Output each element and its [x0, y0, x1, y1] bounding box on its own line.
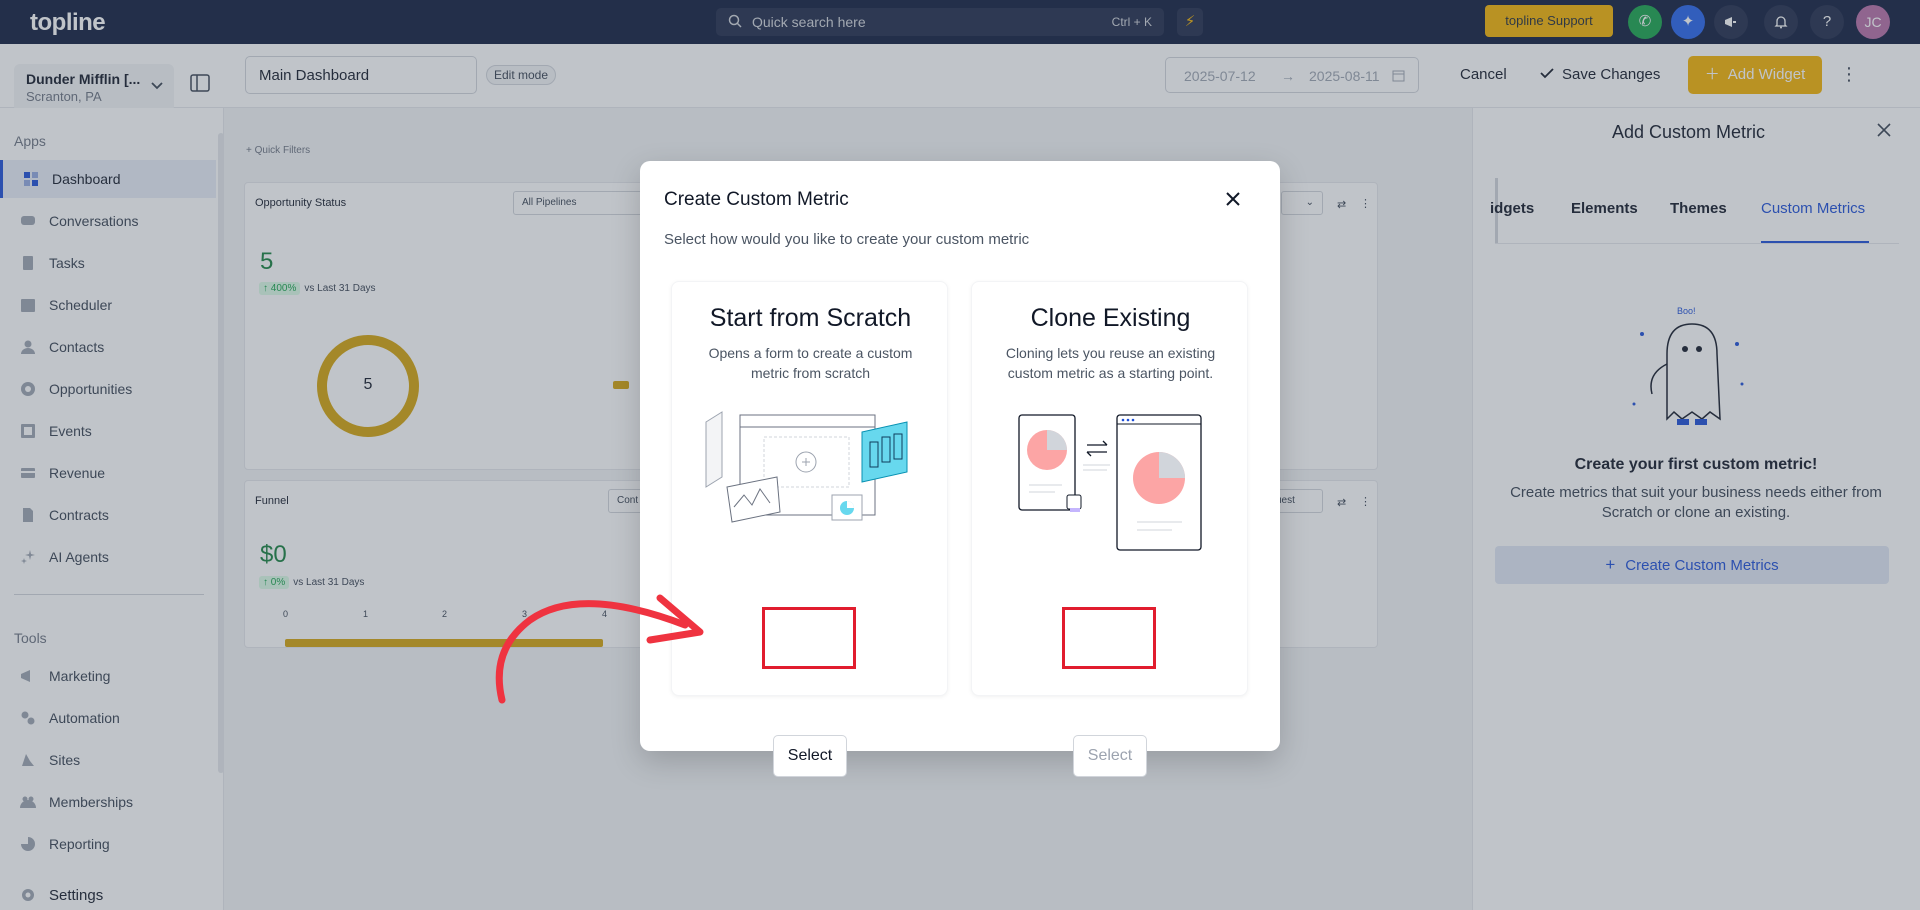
select-scratch-button[interactable]: Select — [773, 735, 847, 777]
highlight-box — [762, 607, 856, 669]
select-clone-button[interactable]: Select — [1073, 735, 1147, 777]
close-icon[interactable] — [1225, 191, 1241, 207]
clone-illustration — [1018, 414, 1202, 551]
modal-title: Create Custom Metric — [664, 189, 849, 210]
option-description: Opens a form to create a custom metric f… — [708, 345, 913, 381]
dashboard-illustration — [705, 411, 908, 523]
option-heading: Start from Scratch — [709, 304, 912, 332]
modal-subtitle: Select how would you like to create your… — [664, 231, 1030, 248]
annotation-arrow — [495, 594, 704, 704]
option-description: Cloning lets you reuse an existing custo… — [1005, 345, 1216, 381]
create-custom-metric-modal: Create Custom Metric Select how would yo… — [640, 161, 1280, 777]
highlight-box — [1062, 607, 1156, 669]
option-heading: Clone Existing — [1030, 304, 1191, 332]
